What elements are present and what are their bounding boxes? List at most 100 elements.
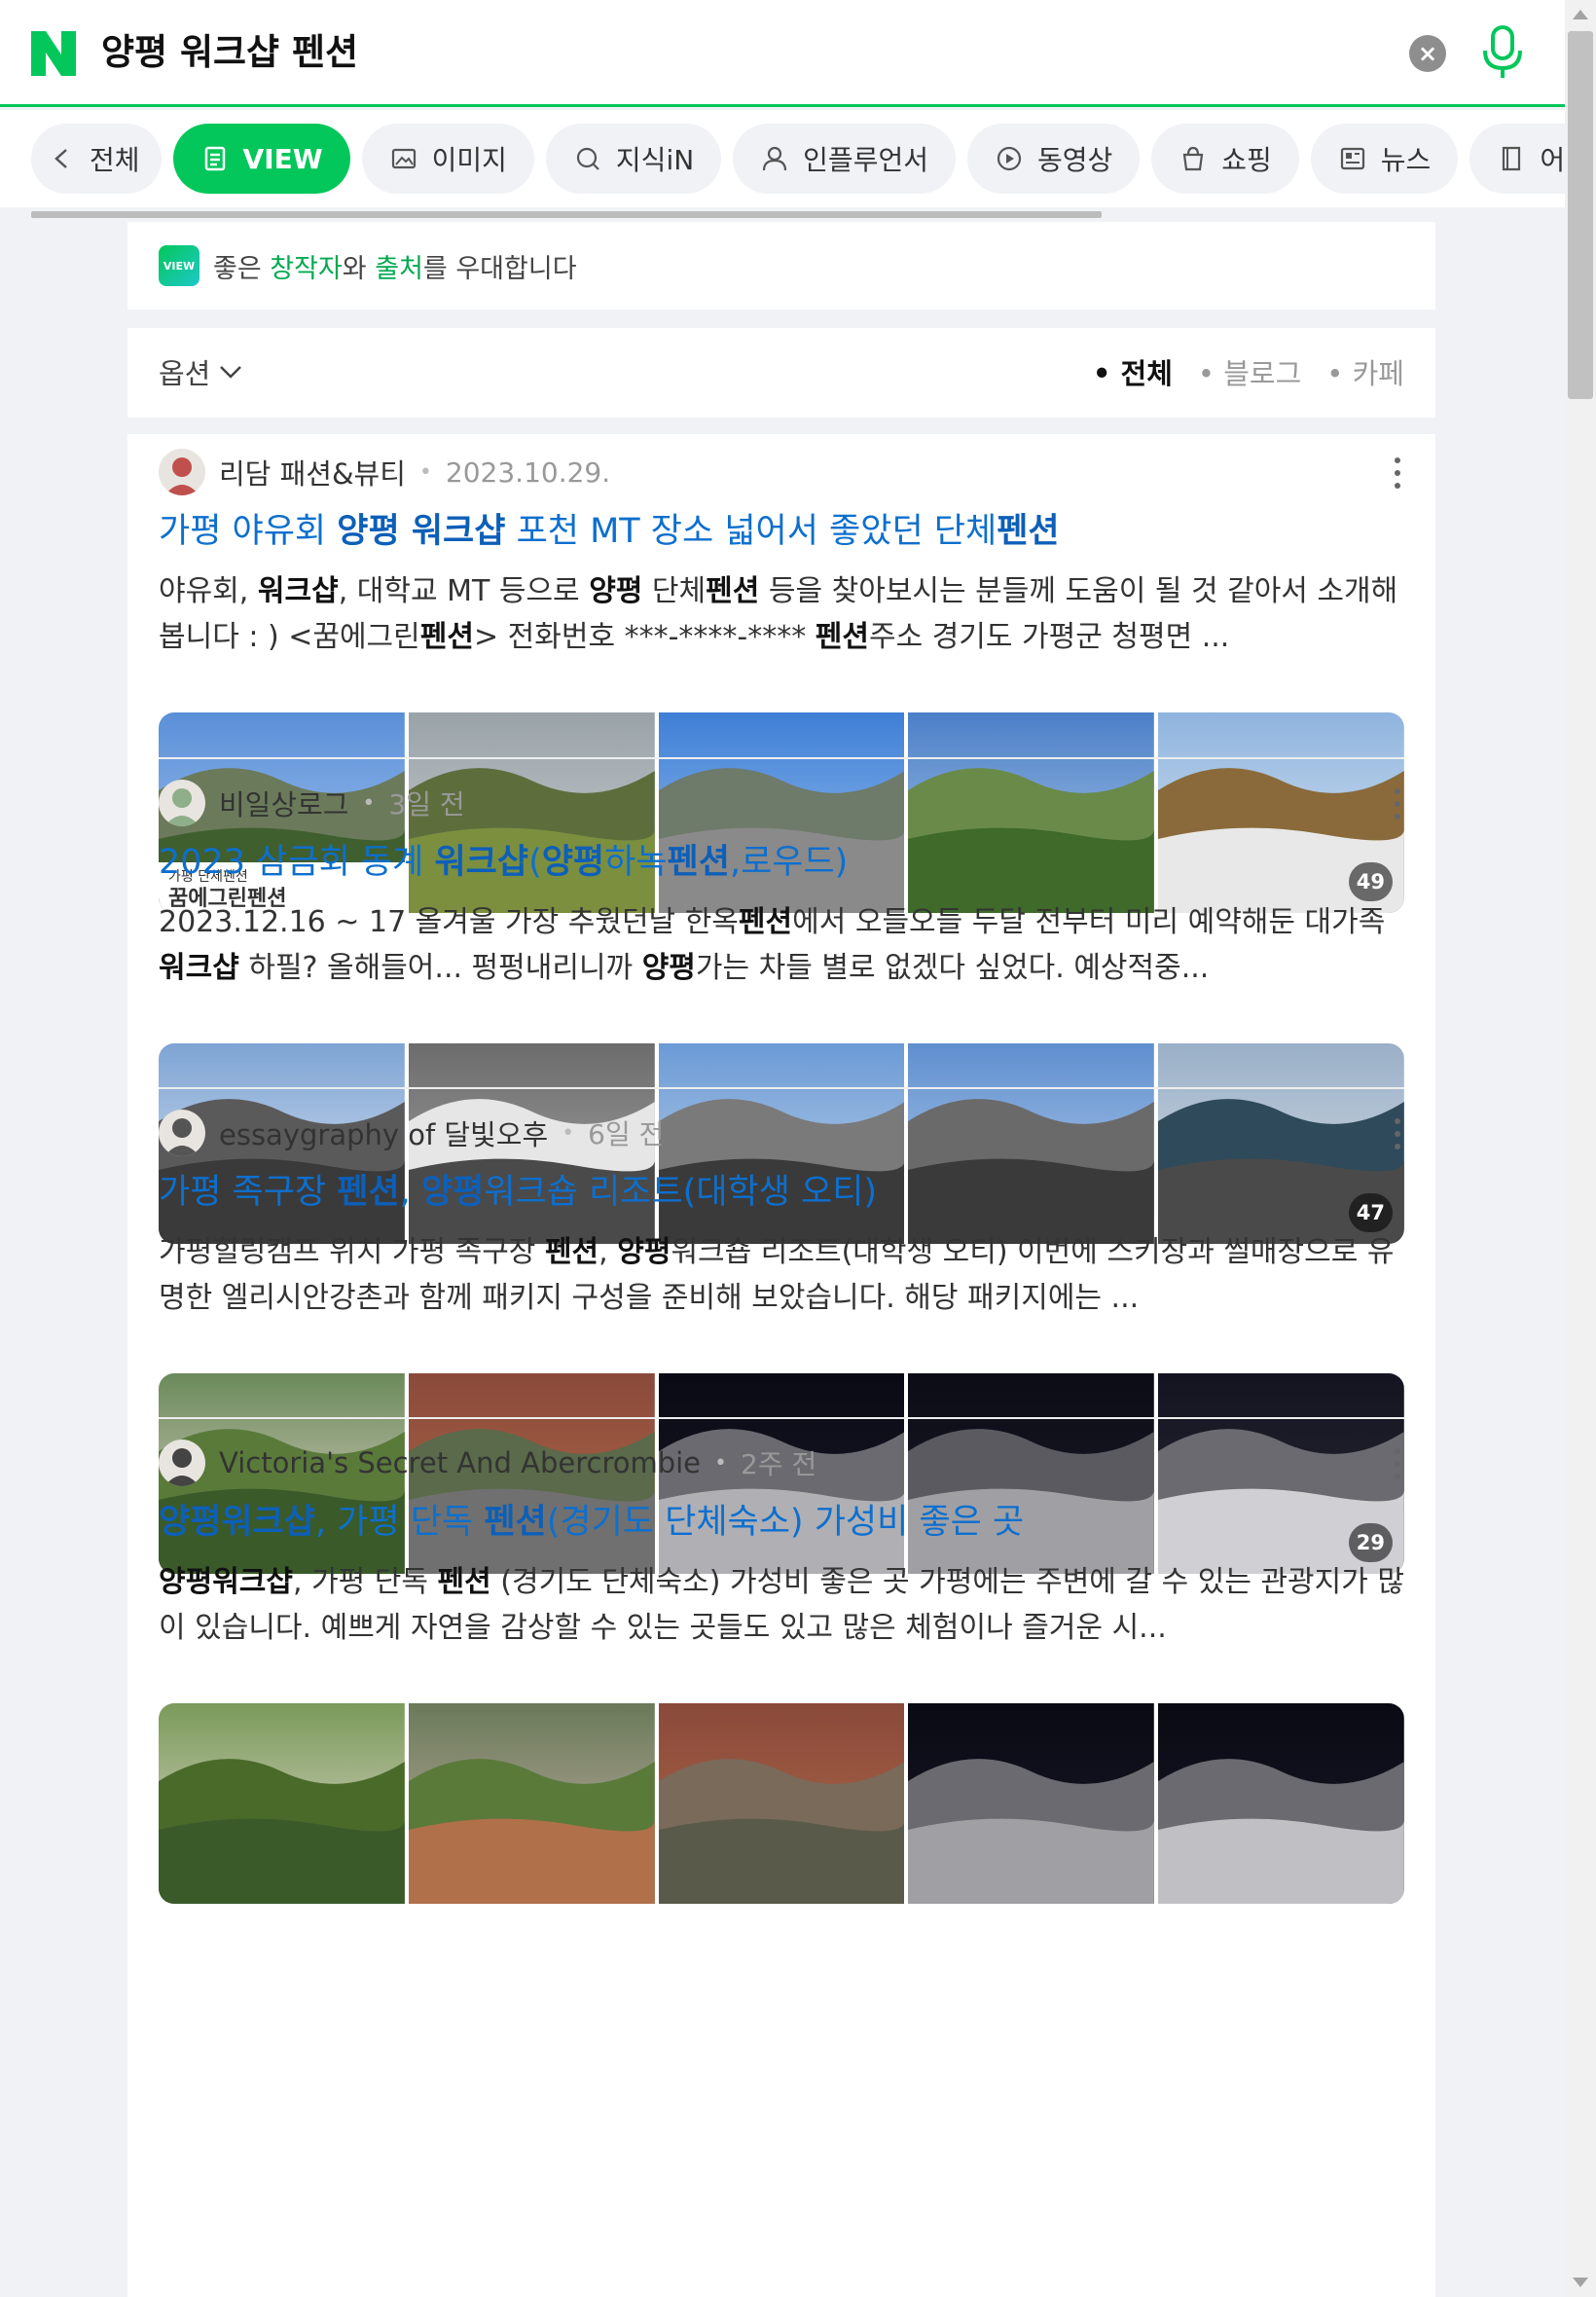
result-author[interactable]: 리담 패션&뷰티: [219, 452, 406, 492]
tab-label: 뉴스: [1380, 144, 1432, 176]
result-snippet[interactable]: 2023.12.16 ~ 17 올겨울 가장 추웠던날 한옥펜션에서 오들오들 …: [159, 899, 1404, 991]
avatar[interactable]: [159, 780, 205, 826]
tab-8[interactable]: 어학사전: [1469, 124, 1565, 194]
result-divider: [159, 1417, 1404, 1419]
tab-7[interactable]: 뉴스: [1310, 124, 1459, 194]
chevron-down-icon: [220, 366, 242, 379]
more-options-icon[interactable]: [1391, 457, 1404, 489]
more-options-icon[interactable]: [1391, 1118, 1404, 1149]
search-header: 양평 워크샵 펜션 ×: [0, 0, 1565, 107]
more-options-icon[interactable]: [1391, 1448, 1404, 1479]
avatar[interactable]: [159, 449, 205, 495]
tab-6[interactable]: 쇼핑: [1151, 124, 1299, 194]
result-title[interactable]: 2023 삼금회 동계 워크샵(양평하녹펜션,로우드): [159, 839, 848, 886]
avatar[interactable]: [159, 1440, 205, 1486]
clear-search-icon[interactable]: ×: [1409, 35, 1446, 72]
snippet-highlight: 워크샵: [159, 951, 239, 985]
result-title[interactable]: 가평 야유회 양평 워크샵 포천 MT 장소 넓어서 좋았던 단체펜션: [159, 508, 1060, 555]
tab-3[interactable]: 지식iN: [545, 124, 722, 194]
snippet-text: 가평힐링캠프 위치 가평 족구장: [159, 1235, 545, 1269]
title-highlight: 양평: [420, 1173, 485, 1212]
filter-all[interactable]: • 전체: [1093, 351, 1173, 392]
tab-label: 쇼핑: [1221, 144, 1272, 176]
result-author[interactable]: Victoria's Secret And Abercrombie: [219, 1446, 701, 1479]
snippet-text: 주소 경기도 가평군 청평면 ...: [868, 620, 1230, 654]
result-divider: [159, 1087, 1404, 1089]
result-thumbnail[interactable]: [159, 1703, 405, 1904]
result-thumbnail[interactable]: [658, 1703, 905, 1904]
snippet-text: ,: [598, 1235, 618, 1269]
tab-0[interactable]: 전체: [31, 124, 162, 194]
title-highlight: 펜션: [997, 512, 1060, 551]
filter-cafe[interactable]: • 카페: [1326, 351, 1404, 392]
separator-dot: •: [362, 790, 376, 816]
view-badge-icon: VIEW: [159, 245, 200, 286]
person-icon: [763, 146, 787, 171]
tab-5[interactable]: 동영상: [966, 124, 1141, 194]
title-text: (: [528, 843, 542, 882]
result-image-strip: [159, 1703, 1404, 1904]
scroll-up-icon[interactable]: [1573, 10, 1588, 19]
title-highlight: 펜션: [484, 1503, 547, 1542]
tab-2[interactable]: 이미지: [361, 124, 534, 194]
tab-1[interactable]: VIEW: [172, 124, 350, 194]
snippet-highlight: 양평워크샵: [159, 1565, 293, 1599]
tab-label: VIEW: [242, 142, 323, 175]
search-result: Victoria's Secret And Abercrombie • 2주 전 양평…: [159, 1439, 1404, 1906]
more-options-icon[interactable]: [1391, 788, 1404, 820]
promo-text: 좋은 창작자와 출처를 우대합니다: [213, 253, 577, 284]
result-snippet[interactable]: 야유회, 워크샵, 대학교 MT 등으로 양평 단체펜션 등을 찾아보시는 분들…: [159, 568, 1404, 660]
play-icon: [997, 146, 1022, 171]
page-scrollbar-thumb[interactable]: [1568, 31, 1593, 399]
result-author[interactable]: 비일상로그: [219, 783, 348, 823]
result-thumbnail[interactable]: [1158, 1703, 1404, 1904]
separator-dot: •: [562, 1120, 575, 1146]
result-meta: 비일상로그 • 3일 전: [159, 779, 465, 827]
microphone-icon[interactable]: [1475, 23, 1530, 82]
result-thumbnail[interactable]: [408, 1703, 655, 1904]
title-text: 워크숍 리조트(대학생 오티): [484, 1173, 878, 1212]
tab-label: 인플루언서: [803, 144, 928, 176]
result-snippet[interactable]: 가평힐링캠프 위치 가평 족구장 펜션, 양평워크숍 리조트(대학생 오티) 이…: [159, 1229, 1404, 1321]
snippet-highlight: 양평: [617, 1235, 671, 1269]
bag-icon: [1183, 146, 1204, 171]
separator-dot: •: [714, 1450, 728, 1476]
scroll-down-icon[interactable]: [1573, 2278, 1588, 2287]
result-thumbnail[interactable]: [908, 1703, 1155, 1904]
search-tabs-bar: 전체 VIEW 이미지 지식iN 인플루언서 동영상 쇼핑 뉴스 어학사전: [0, 110, 1565, 207]
options-label: 옵션: [159, 357, 211, 390]
naver-logo-icon[interactable]: [29, 29, 78, 78]
snippet-text: 가는 차들 별로 없겠다 싶었다. 예상적중...: [695, 951, 1210, 985]
title-text: , 가평 단독: [315, 1503, 485, 1542]
result-author[interactable]: essaygraphy of 달빛오후: [219, 1112, 548, 1153]
qna-icon: [576, 147, 599, 170]
snippet-text: 에서 오들오들 두달 전부터 미리 예약해둔 대가족: [792, 905, 1386, 939]
result-title[interactable]: 가평 족구장 펜션, 양평워크숍 리조트(대학생 오티): [159, 1169, 877, 1216]
image-icon: [391, 148, 416, 169]
tabs-scrollbar[interactable]: [0, 207, 1565, 221]
result-meta: 리담 패션&뷰티 • 2023.10.29.: [159, 448, 610, 496]
title-text: 포천 MT 장소 넓어서 좋았던 단체: [505, 512, 998, 551]
dictionary-icon: [1503, 146, 1521, 171]
title-highlight: 양평워크샵: [159, 1503, 316, 1542]
tabs-scrollbar-thumb[interactable]: [31, 211, 1102, 218]
search-query[interactable]: 양평 워크샵 펜션: [101, 25, 358, 80]
title-highlight: 양평: [541, 843, 605, 882]
result-date: 6일 전: [588, 1118, 665, 1150]
view-doc-icon: [204, 146, 225, 171]
tab-label: 전체: [90, 144, 140, 176]
result-snippet[interactable]: 양평워크샵, 가평 단독 펜션 (경기도 단체숙소) 가성비 좋은 곳 가평에는…: [159, 1559, 1404, 1651]
result-title[interactable]: 양평워크샵, 가평 단독 펜션(경기도 단체숙소) 가성비 좋은 곳: [159, 1499, 1024, 1546]
filter-blog[interactable]: • 블로그: [1198, 351, 1301, 392]
snippet-text: 단체: [642, 574, 707, 608]
title-text: (경기도 단체숙소) 가성비 좋은 곳: [546, 1503, 1025, 1542]
view-promo-banner: VIEW 좋은 창작자와 출처를 우대합니다: [127, 222, 1435, 310]
snippet-text: > 전화번호 ***-****-****: [473, 620, 816, 654]
title-text: ,로우드): [729, 843, 849, 882]
tab-label: 지식iN: [615, 144, 695, 176]
avatar[interactable]: [159, 1110, 205, 1156]
snippet-highlight: 펜션: [419, 620, 474, 654]
tab-4[interactable]: 인플루언서: [733, 124, 956, 194]
result-divider: [159, 757, 1404, 759]
options-dropdown[interactable]: 옵션: [159, 351, 243, 392]
